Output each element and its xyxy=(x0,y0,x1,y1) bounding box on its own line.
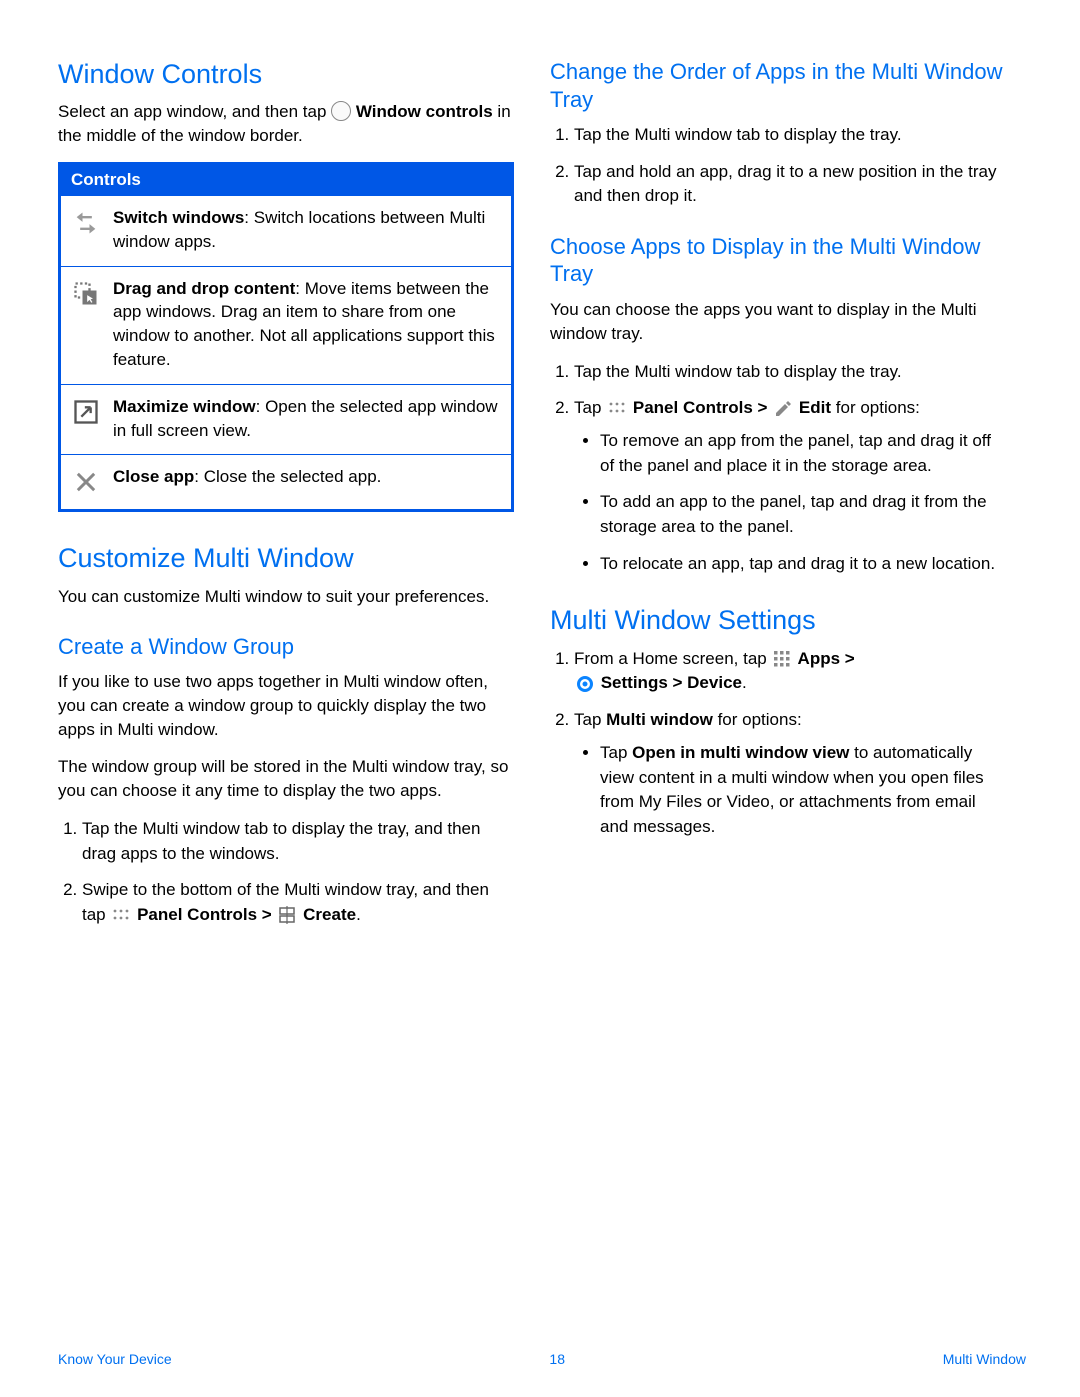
controls-row-switch-text: Switch windows: Switch locations between… xyxy=(113,206,501,254)
edit-pencil-icon xyxy=(774,396,792,421)
left-column: Window Controls Select an app window, an… xyxy=(58,58,514,940)
row4-bold: Close app xyxy=(113,467,194,486)
heading-customize: Customize Multi Window xyxy=(58,542,514,574)
settings-step-1-apps: Apps > xyxy=(793,649,854,668)
choose-sub-b: To add an app to the panel, tap and drag… xyxy=(600,490,1006,539)
document-page: Window Controls Select an app window, an… xyxy=(0,0,1080,1397)
choose-sub-a: To remove an app from the panel, tap and… xyxy=(600,429,1006,478)
choose-step-2b: for options: xyxy=(831,398,920,417)
settings-step-1a: From a Home screen, tap xyxy=(574,649,771,668)
settings-sub-a-bold: Open in multi window view xyxy=(632,743,849,762)
controls-row-switch: Switch windows: Switch locations between… xyxy=(61,196,511,266)
choose-step-2: Tap Panel Controls > Edit for options: T… xyxy=(574,396,1006,576)
settings-sub-a-pre: Tap xyxy=(600,743,632,762)
intro-text-1: Select an app window, and then tap xyxy=(58,102,326,121)
settings-gear-icon xyxy=(576,672,594,697)
footer-page-number: 18 xyxy=(549,1351,565,1367)
page-footer: Know Your Device 18 Multi Window xyxy=(58,1351,1026,1367)
controls-row-close-text: Close app: Close the selected app. xyxy=(113,465,501,489)
switch-windows-icon xyxy=(71,208,101,238)
heading-mw-settings: Multi Window Settings xyxy=(550,604,1006,636)
row4-text: : Close the selected app. xyxy=(194,467,381,486)
change-order-steps: Tap the Multi window tab to display the … xyxy=(550,123,1006,209)
settings-sub-list: Tap Open in multi window view to automat… xyxy=(574,741,1006,840)
right-column: Change the Order of Apps in the Multi Wi… xyxy=(550,58,1006,940)
choose-sub-c: To relocate an app, tap and drag it to a… xyxy=(600,552,1006,577)
apps-grid-icon xyxy=(773,647,791,672)
settings-step-2: Tap Multi window for options: Tap Open i… xyxy=(574,708,1006,839)
period: . xyxy=(742,673,747,692)
intro-paragraph: Select an app window, and then tap Windo… xyxy=(58,100,514,148)
heading-create-group: Create a Window Group xyxy=(58,633,514,661)
settings-step-1: From a Home screen, tap Apps > Settings … xyxy=(574,647,1006,697)
period: . xyxy=(356,905,361,924)
controls-row-close: Close app: Close the selected app. xyxy=(61,454,511,509)
two-column-layout: Window Controls Select an app window, an… xyxy=(58,58,1026,940)
close-icon xyxy=(71,467,101,497)
settings-step-2b: for options: xyxy=(713,710,802,729)
group-step-2: Swipe to the bottom of the Multi window … xyxy=(82,878,514,927)
heading-choose-apps: Choose Apps to Display in the Multi Wind… xyxy=(550,233,1006,288)
choose-step-1: Tap the Multi window tab to display the … xyxy=(574,360,1006,385)
row2-bold: Drag and drop content xyxy=(113,279,295,298)
controls-row-maximize-text: Maximize window: Open the selected app w… xyxy=(113,395,501,443)
group-step-2-create: Create xyxy=(298,905,356,924)
window-controls-icon xyxy=(331,101,351,121)
panel-controls-icon xyxy=(608,396,626,421)
settings-step-1-settings: Settings > Device xyxy=(596,673,742,692)
group-step-1: Tap the Multi window tab to display the … xyxy=(82,817,514,866)
panel-controls-icon xyxy=(112,903,130,928)
heading-change-order: Change the Order of Apps in the Multi Wi… xyxy=(550,58,1006,113)
footer-right: Multi Window xyxy=(943,1351,1026,1367)
create-icon xyxy=(278,903,296,928)
controls-row-drag: Drag and drop content: Move items betwee… xyxy=(61,266,511,384)
controls-row-drag-text: Drag and drop content: Move items betwee… xyxy=(113,277,501,372)
controls-row-maximize: Maximize window: Open the selected app w… xyxy=(61,384,511,455)
settings-step-2-mw: Multi window xyxy=(606,710,713,729)
choose-steps: Tap the Multi window tab to display the … xyxy=(550,360,1006,577)
group-steps: Tap the Multi window tab to display the … xyxy=(58,817,514,928)
controls-table-header: Controls xyxy=(61,165,511,196)
drag-drop-icon xyxy=(71,279,101,309)
choose-step-2a: Tap xyxy=(574,398,606,417)
group-step-2-panel: Panel Controls > xyxy=(132,905,276,924)
footer-left: Know Your Device xyxy=(58,1351,172,1367)
choose-step-2-panel: Panel Controls > xyxy=(628,398,772,417)
intro-bold: Window controls xyxy=(351,102,493,121)
settings-sub-a: Tap Open in multi window view to automat… xyxy=(600,741,1006,840)
heading-window-controls: Window Controls xyxy=(58,58,514,90)
controls-table: Controls Switch windows: Switch location… xyxy=(58,162,514,512)
maximize-icon xyxy=(71,397,101,427)
customize-paragraph: You can customize Multi window to suit y… xyxy=(58,585,514,609)
settings-step-2a: Tap xyxy=(574,710,606,729)
choose-step-2-edit: Edit xyxy=(794,398,831,417)
choose-sub-list: To remove an app from the panel, tap and… xyxy=(574,429,1006,576)
change-step-1: Tap the Multi window tab to display the … xyxy=(574,123,1006,148)
row1-bold: Switch windows xyxy=(113,208,244,227)
group-paragraph-2: The window group will be stored in the M… xyxy=(58,755,514,803)
row3-bold: Maximize window xyxy=(113,397,256,416)
group-paragraph-1: If you like to use two apps together in … xyxy=(58,670,514,741)
settings-steps: From a Home screen, tap Apps > Settings … xyxy=(550,647,1006,840)
choose-paragraph: You can choose the apps you want to disp… xyxy=(550,298,1006,346)
change-step-2: Tap and hold an app, drag it to a new po… xyxy=(574,160,1006,209)
